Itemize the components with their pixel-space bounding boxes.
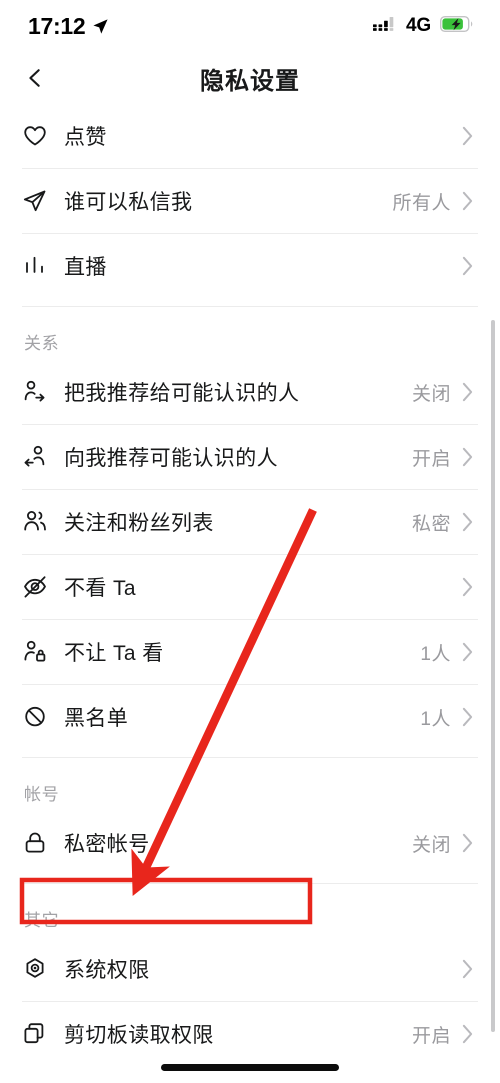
person-suggest-icon (24, 445, 45, 467)
list-item[interactable]: 剪切板读取权限 开启 (0, 1002, 500, 1066)
list-item[interactable]: 把我推荐给可能认识的人 关闭 (0, 360, 500, 424)
list-item-right: 私密 (412, 509, 474, 536)
chevron-right-icon (462, 1024, 473, 1044)
list-item[interactable]: 不看 Ta (0, 555, 500, 619)
list-item[interactable]: 关注和粉丝列表 私密 (0, 490, 500, 554)
list-item-right: 关闭 (412, 379, 474, 406)
list-item-value: 关闭 (411, 383, 451, 405)
list-item-value: 1人 (420, 708, 451, 730)
chevron-right-icon (462, 191, 473, 211)
list-item-label: 谁可以私信我 (64, 191, 193, 214)
settings-list: 点赞 谁可以私信我 所有人 直播 关系 把我推荐给可能认识的人 关闭 向我推荐可能认识的人 开启… (0, 104, 500, 1066)
list-item-label: 关注和粉丝列表 (64, 512, 214, 535)
list-item-value: 关闭 (411, 834, 451, 856)
eye-slash-icon (22, 572, 56, 602)
list-item-label: 黑名单 (64, 707, 129, 730)
list-item[interactable]: 向我推荐可能认识的人 开启 (0, 425, 500, 489)
list-item-value: 开启 (411, 1025, 451, 1047)
paper-plane-icon (22, 186, 56, 216)
status-bar-left: 17:12 (28, 12, 109, 39)
clipboard-icon (24, 1023, 44, 1044)
section-header-1: 关系 (24, 334, 60, 353)
person-share-icon (22, 377, 56, 407)
back-button[interactable] (18, 61, 52, 95)
chevron-right-icon (462, 256, 473, 276)
list-item[interactable]: 系统权限 (0, 937, 500, 1001)
list-item[interactable]: 私密帐号 关闭 (0, 811, 500, 875)
list-item-right: 1人 (420, 704, 474, 731)
section-header-3: 其它 (24, 911, 60, 930)
list-item-right (461, 959, 474, 979)
list-item[interactable]: 点赞 (0, 104, 500, 168)
location-arrow-icon (92, 18, 109, 35)
chevron-left-icon (29, 69, 40, 87)
list-item-value: 所有人 (392, 192, 451, 214)
list-item[interactable]: 谁可以私信我 所有人 (0, 169, 500, 233)
status-bar-right: 4G (373, 15, 474, 37)
list-item-label: 向我推荐可能认识的人 (64, 447, 278, 470)
battery-charging-icon (439, 15, 474, 37)
list-item-right: 所有人 (392, 188, 474, 215)
list-item-label: 剪切板读取权限 (64, 1024, 214, 1047)
list-item-right: 1人 (420, 639, 474, 666)
eye-slash-icon (24, 576, 46, 598)
list-item-right (461, 256, 474, 276)
heart-icon (24, 126, 46, 146)
home-indicator[interactable] (161, 1064, 339, 1071)
people-icon (22, 507, 56, 537)
signal-bars-icon (373, 16, 397, 36)
list-item-right: 关闭 (412, 830, 474, 857)
list-item-label: 私密帐号 (64, 833, 150, 856)
paper-plane-icon (23, 190, 46, 212)
status-time: 17:12 (28, 12, 86, 39)
person-lock-icon (22, 637, 56, 667)
list-item-label: 不看 Ta (64, 577, 137, 600)
chevron-right-icon (462, 642, 473, 662)
list-item-value: 1人 (420, 643, 451, 665)
chevron-right-icon (462, 447, 473, 467)
section-header-2: 帐号 (24, 785, 60, 804)
status-bar: 17:12 4G (0, 0, 500, 52)
list-item-right: 开启 (412, 1021, 474, 1048)
chevron-right-icon (462, 707, 473, 727)
chevron-right-icon (462, 512, 473, 532)
lock-icon (25, 832, 45, 853)
page-title: 隐私设置 (200, 67, 300, 95)
list-item-label: 直播 (64, 256, 107, 279)
bar-chart-icon (22, 251, 56, 281)
network-type-label: 4G (406, 15, 431, 36)
chevron-right-icon (462, 382, 473, 402)
scrollbar-thumb[interactable] (491, 320, 495, 1032)
list-item-right: 开启 (412, 444, 474, 471)
phone-screen: 17:12 4G 隐私设置 点赞 谁可以私信我 所有人 直播 关系 把我推荐给可… (0, 0, 500, 1083)
list-item-label: 把我推荐给可能认识的人 (64, 382, 300, 405)
list-item-right (461, 126, 474, 146)
lock-icon (22, 828, 56, 858)
heart-icon (22, 121, 56, 151)
people-icon (24, 510, 46, 531)
list-item-label: 不让 Ta 看 (64, 642, 164, 665)
person-suggest-icon (22, 442, 56, 472)
ban-icon (25, 706, 45, 727)
gear-hex-icon (26, 958, 44, 978)
list-item[interactable]: 直播 (0, 234, 500, 298)
list-item-right (461, 577, 474, 597)
list-item[interactable]: 黑名单 1人 (0, 685, 500, 749)
clipboard-icon (22, 1019, 56, 1049)
person-lock-icon (24, 640, 46, 662)
list-item-value: 开启 (411, 448, 451, 470)
list-item[interactable]: 不让 Ta 看 1人 (0, 620, 500, 684)
bar-chart-icon (26, 256, 43, 273)
person-share-icon (24, 380, 45, 402)
ban-icon (22, 702, 56, 732)
nav-bar: 隐私设置 (0, 52, 500, 104)
chevron-right-icon (462, 577, 473, 597)
list-item-label: 系统权限 (64, 959, 150, 982)
chevron-right-icon (462, 959, 473, 979)
gear-hex-icon (22, 954, 56, 984)
list-item-label: 点赞 (64, 126, 107, 149)
list-item-value: 私密 (411, 513, 451, 535)
chevron-right-icon (462, 833, 473, 853)
chevron-right-icon (462, 126, 473, 146)
